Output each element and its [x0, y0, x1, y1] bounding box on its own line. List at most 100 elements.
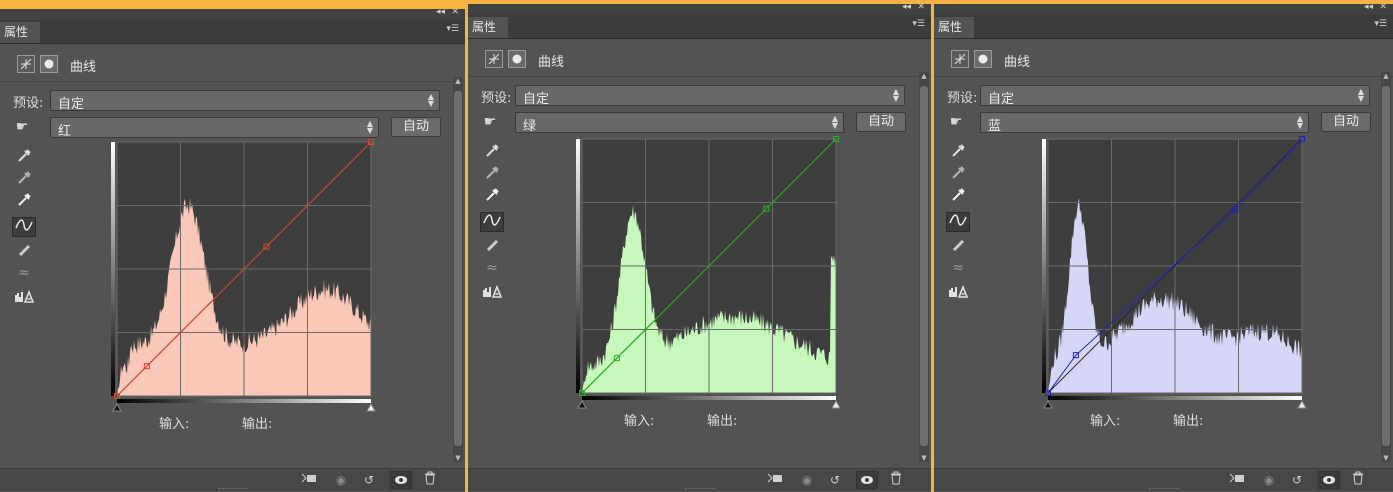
white-point-slider	[1297, 399, 1307, 409]
visibility-eye-icon[interactable]	[1318, 471, 1340, 489]
mask-icon[interactable]	[508, 50, 526, 68]
gray-point-eyedropper-icon[interactable]	[12, 169, 36, 189]
view-previous-state-icon[interactable]: ◉	[796, 471, 818, 489]
tab-properties[interactable]: 属性	[0, 22, 40, 43]
visibility-eye-icon[interactable]	[856, 471, 878, 489]
resize-grip[interactable]	[684, 488, 715, 492]
clip-to-layer-icon[interactable]	[1226, 471, 1248, 489]
curves-graph[interactable]	[109, 138, 379, 412]
smooth-curve-icon[interactable]: ≈	[12, 263, 36, 283]
preset-select[interactable]: 自定 ▲ ▼	[515, 85, 905, 107]
channel-value: 蓝	[988, 119, 1002, 134]
close-icon[interactable]: ✕	[917, 4, 925, 12]
reset-icon[interactable]: ↺	[1286, 471, 1308, 489]
input-gradient-bar	[582, 396, 836, 400]
clipping-warning-icon[interactable]	[480, 284, 504, 305]
panel-scrollbar[interactable]: ▲ ▼	[453, 77, 463, 462]
panel-scrollbar[interactable]: ▲ ▼	[919, 72, 929, 462]
panel-menu-icon[interactable]: ▾☰	[1374, 19, 1387, 29]
properties-panel-3: ◂◂ ✕ 属性 ▾☰ 曲线 预设: 自定 ▲ ▼ ☛ 蓝 ▲ ▼ 自动 ≈ 输入…	[934, 4, 1393, 492]
pencil-draw-icon[interactable]	[480, 236, 504, 256]
channel-select[interactable]: 绿 ▲ ▼	[515, 112, 844, 134]
output-label: 输出:	[242, 417, 273, 432]
scroll-up-icon[interactable]: ▲	[453, 77, 463, 85]
select-arrows-icon: ▲ ▼	[1296, 114, 1303, 130]
adjustment-header: 曲线	[0, 43, 465, 82]
black-point-eyedropper-icon[interactable]	[480, 142, 504, 162]
input-gradient-bar	[1048, 396, 1302, 400]
scrollbar-thumb[interactable]	[1382, 86, 1390, 446]
white-point-eyedropper-icon[interactable]	[946, 186, 970, 206]
scroll-down-icon[interactable]: ▼	[453, 454, 463, 462]
edit-points-curve-icon[interactable]	[480, 212, 504, 232]
collapse-icon[interactable]: ◂◂	[902, 4, 911, 12]
black-point-eyedropper-icon[interactable]	[946, 142, 970, 162]
visibility-eye-icon[interactable]	[390, 471, 412, 489]
curves-adjustment-icon[interactable]	[17, 55, 35, 73]
trash-icon[interactable]	[419, 471, 441, 489]
smooth-curve-icon[interactable]: ≈	[480, 258, 504, 278]
output-gradient-bar	[1042, 139, 1046, 393]
trash-icon[interactable]	[885, 471, 907, 489]
clipping-warning-icon[interactable]	[946, 284, 970, 305]
collapse-icon[interactable]: ◂◂	[1364, 4, 1373, 12]
panel-scrollbar[interactable]: ▲ ▼	[1381, 72, 1391, 462]
resize-grip[interactable]	[217, 488, 248, 492]
pencil-draw-icon[interactable]	[946, 236, 970, 256]
auto-button[interactable]: 自动	[1321, 112, 1371, 132]
tab-properties[interactable]: 属性	[468, 17, 508, 38]
edit-points-curve-icon[interactable]	[946, 212, 970, 232]
white-point-eyedropper-icon[interactable]	[12, 191, 36, 211]
preset-select[interactable]: 自定 ▲ ▼	[50, 90, 440, 112]
mask-icon[interactable]	[40, 55, 58, 73]
curves-graph[interactable]	[1040, 135, 1310, 409]
auto-button[interactable]: 自动	[391, 117, 441, 137]
scrollbar-thumb[interactable]	[454, 91, 462, 446]
scrollbar-thumb[interactable]	[920, 86, 928, 446]
close-icon[interactable]: ✕	[1379, 4, 1387, 12]
output-gradient-bar	[576, 139, 580, 393]
on-image-adjust-icon[interactable]: ☛	[944, 112, 968, 132]
channel-select[interactable]: 蓝 ▲ ▼	[980, 112, 1309, 134]
close-icon[interactable]: ✕	[451, 9, 459, 17]
smooth-curve-icon[interactable]: ≈	[946, 258, 970, 278]
on-image-adjust-icon[interactable]: ☛	[10, 117, 34, 137]
view-previous-state-icon[interactable]: ◉	[330, 471, 352, 489]
collapse-icon[interactable]: ◂◂	[436, 9, 445, 17]
resize-grip[interactable]	[1148, 488, 1179, 492]
mask-icon[interactable]	[974, 50, 992, 68]
trash-icon[interactable]	[1347, 471, 1369, 489]
reset-icon[interactable]: ↺	[358, 471, 380, 489]
clip-to-layer-icon[interactable]	[298, 471, 320, 489]
reset-icon[interactable]: ↺	[824, 471, 846, 489]
curves-adjustment-icon[interactable]	[485, 50, 503, 68]
tab-properties[interactable]: 属性	[934, 17, 974, 38]
view-previous-state-icon[interactable]: ◉	[1258, 471, 1280, 489]
scroll-down-icon[interactable]: ▼	[919, 454, 929, 462]
on-image-adjust-icon[interactable]: ☛	[478, 112, 502, 132]
select-arrows-icon: ▲ ▼	[831, 114, 838, 130]
black-point-eyedropper-icon[interactable]	[12, 147, 36, 167]
scroll-up-icon[interactable]: ▲	[1381, 72, 1391, 80]
preset-value: 自定	[988, 92, 1015, 107]
clipping-warning-icon[interactable]	[12, 289, 36, 310]
panel-menu-icon[interactable]: ▾☰	[446, 24, 459, 34]
pencil-draw-icon[interactable]	[12, 241, 36, 261]
gray-point-eyedropper-icon[interactable]	[946, 164, 970, 184]
panel-menu-icon[interactable]: ▾☰	[912, 19, 925, 29]
scroll-down-icon[interactable]: ▼	[1381, 454, 1391, 462]
scroll-up-icon[interactable]: ▲	[919, 72, 929, 80]
channel-select[interactable]: 红 ▲ ▼	[50, 117, 379, 139]
edit-points-curve-icon[interactable]	[12, 217, 36, 237]
clip-to-layer-icon[interactable]	[764, 471, 786, 489]
preset-select[interactable]: 自定 ▲ ▼	[980, 85, 1370, 107]
gray-point-eyedropper-icon[interactable]	[480, 164, 504, 184]
auto-button[interactable]: 自动	[856, 112, 906, 132]
curves-graph[interactable]	[574, 135, 844, 409]
select-arrows-icon: ▲ ▼	[366, 119, 373, 135]
curves-adjustment-icon[interactable]	[951, 50, 969, 68]
select-arrows-icon: ▲ ▼	[1357, 87, 1364, 103]
preset-label: 预设:	[947, 91, 978, 106]
input-gradient-bar	[117, 399, 371, 403]
white-point-eyedropper-icon[interactable]	[480, 186, 504, 206]
